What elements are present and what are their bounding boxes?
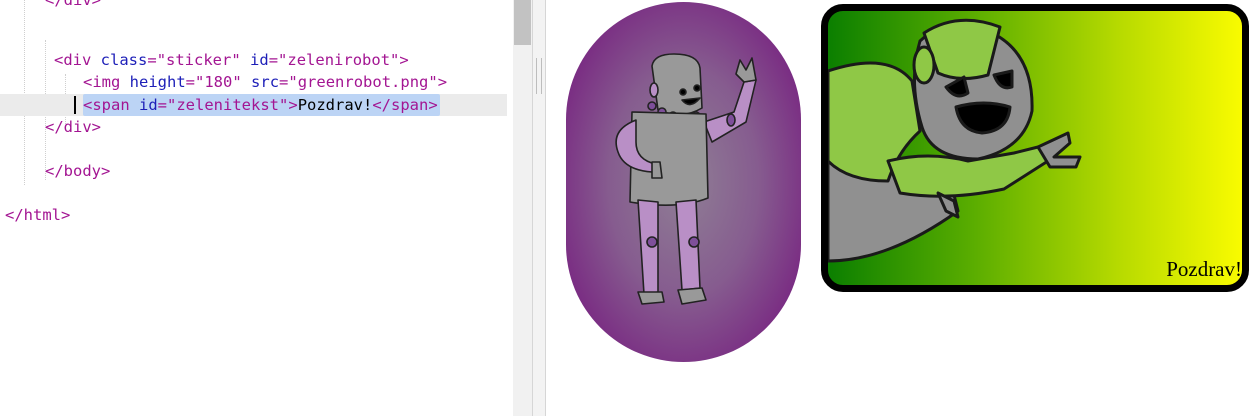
code-token: Pozdrav! bbox=[297, 96, 373, 114]
pane-splitter[interactable] bbox=[532, 0, 546, 416]
code-token: <span bbox=[83, 96, 139, 114]
code-line[interactable]: </body> bbox=[0, 160, 507, 182]
sticker-purple-robot bbox=[566, 2, 801, 362]
code-token: = bbox=[147, 51, 157, 69]
green-robot-illustration bbox=[828, 18, 1082, 263]
code-token: "180" bbox=[195, 73, 242, 91]
code-token: <div bbox=[54, 51, 101, 69]
text-caret bbox=[74, 96, 76, 114]
code-token: = bbox=[157, 96, 168, 114]
code-token: id bbox=[139, 96, 158, 114]
code-line[interactable]: </div> bbox=[0, 0, 507, 11]
code-token: id bbox=[250, 51, 269, 69]
scrollbar-thumb[interactable] bbox=[514, 0, 531, 45]
code-line[interactable]: </html> bbox=[0, 204, 507, 226]
code-token: = bbox=[185, 73, 196, 91]
sticker-caption: Pozdrav! bbox=[1166, 257, 1242, 281]
code-editor[interactable]: </div> <div class="sticker" id="zeleniro… bbox=[0, 0, 513, 416]
editor-scrollbar[interactable] bbox=[513, 0, 532, 416]
preview-pane: Pozdrav! bbox=[546, 0, 1253, 416]
code-token: = bbox=[279, 73, 289, 91]
sticker-green-robot: Pozdrav! bbox=[821, 4, 1249, 292]
code-token: "sticker" bbox=[156, 51, 241, 69]
code-token: </div> bbox=[45, 0, 101, 9]
code-token: </span> bbox=[372, 96, 438, 114]
code-line[interactable]: </div> bbox=[0, 116, 507, 138]
code-token: </html> bbox=[5, 206, 71, 224]
code-token: <img bbox=[83, 73, 130, 91]
text-selection: <span id="zelenitekst">Pozdrav!</span> bbox=[83, 94, 440, 116]
code-token: "zelenitekst" bbox=[167, 96, 289, 114]
code-token: = bbox=[268, 51, 279, 69]
code-token: > bbox=[288, 96, 298, 114]
code-token: </div> bbox=[45, 118, 101, 136]
code-token: height bbox=[129, 73, 186, 91]
code-token: > bbox=[437, 73, 448, 91]
purple-robot-illustration bbox=[615, 53, 757, 305]
code-line[interactable]: <div class="sticker" id="zelenirobot"> bbox=[0, 49, 507, 71]
code-line[interactable]: <img height="180" src="greenrobot.png"> bbox=[0, 71, 507, 93]
code-token: "zelenirobot" bbox=[278, 51, 400, 69]
code-token: class bbox=[100, 51, 148, 69]
code-line-current[interactable]: <span id="zelenitekst">Pozdrav!</span> bbox=[0, 94, 507, 116]
code-token: > bbox=[399, 51, 409, 69]
code-token: </body> bbox=[45, 162, 111, 180]
splitter-grip[interactable] bbox=[536, 58, 542, 94]
code-token: src bbox=[251, 73, 280, 91]
code-token: "greenrobot.png" bbox=[288, 73, 438, 91]
